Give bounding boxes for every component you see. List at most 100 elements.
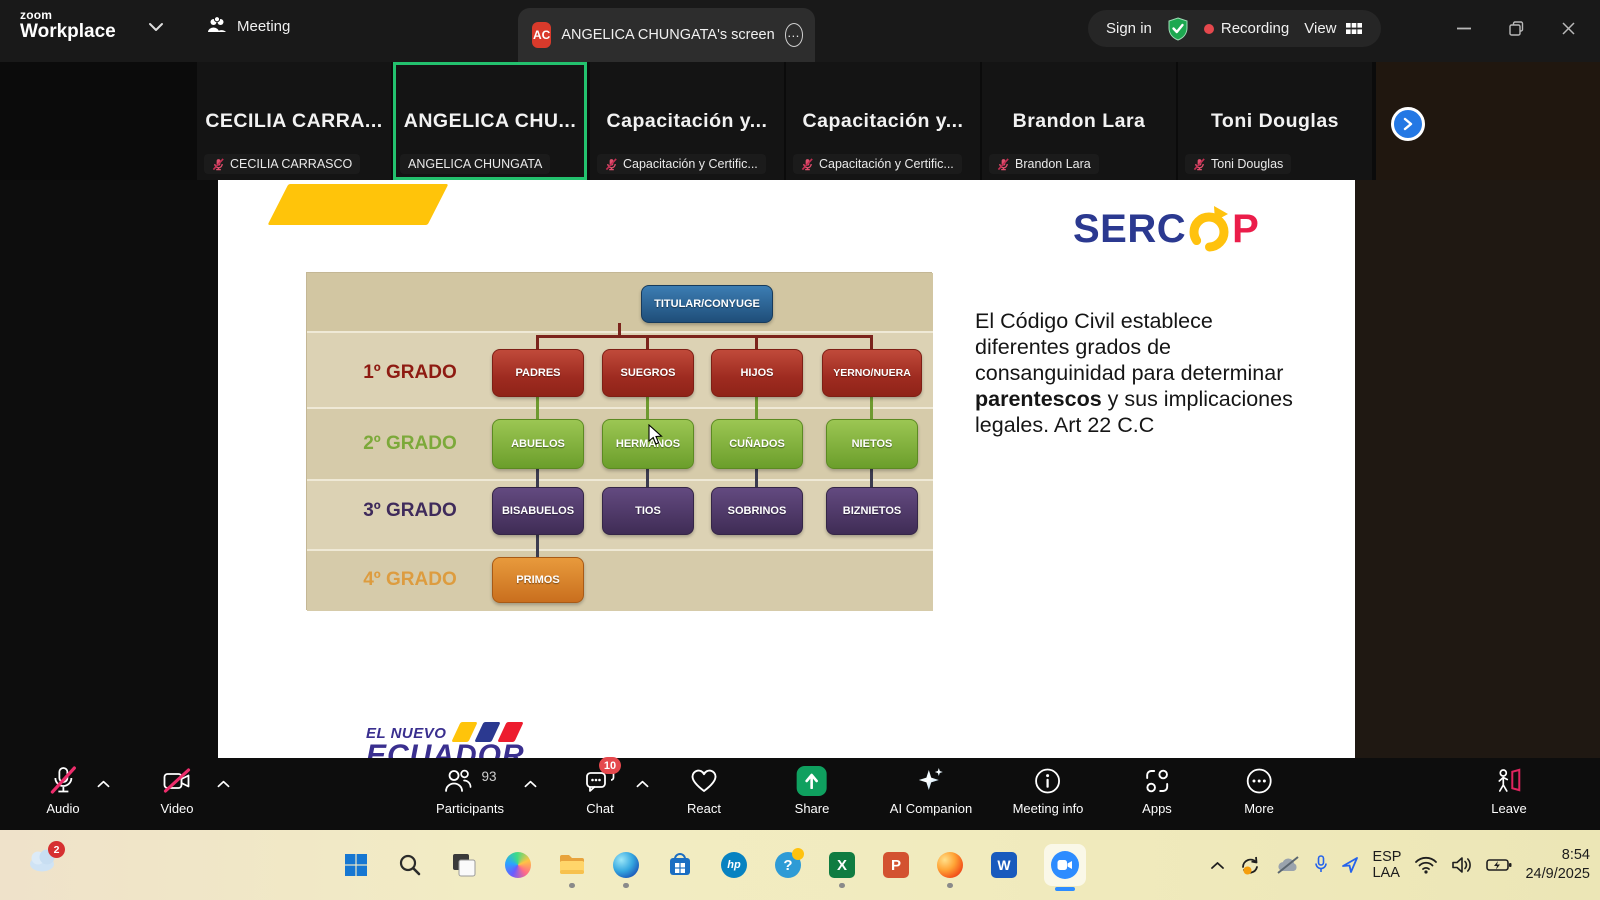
sercop-logo-text: SERC [1073,207,1186,252]
participant-filmstrip: CECILIA CARRA... CECILIA CARRASCO ANGELI… [0,62,1600,180]
ai-companion-button[interactable]: AI Companion [890,764,972,826]
video-tile[interactable]: CECILIA CARRA... CECILIA CARRASCO [197,62,391,180]
tab-meeting[interactable]: Meeting [206,16,290,36]
participants-options-chevron-icon[interactable] [524,780,537,788]
grade-label: 1º GRADO [335,362,485,384]
video-label: Video [160,801,193,816]
close-button[interactable] [1542,8,1594,48]
camera-muted-icon [161,767,193,795]
ai-companion-label: AI Companion [890,801,972,816]
update-sync-icon[interactable] [1238,854,1262,876]
chart-root-box: TITULAR/CONYUGE [641,285,773,323]
grade-label: 4º GRADO [335,569,485,591]
hp-icon[interactable]: hp [720,851,748,879]
shield-check-icon[interactable] [1167,17,1189,41]
video-button[interactable]: Video [160,764,193,826]
participant-name-badge-text: Toni Douglas [1211,157,1283,171]
apps-button[interactable]: Apps [1142,764,1172,826]
taskbar-weather-widget[interactable]: 2 [26,845,70,885]
onedrive-paused-icon[interactable] [1275,855,1301,875]
grade-label: 2º GRADO [335,433,485,455]
connector [870,469,873,487]
connector [536,535,539,557]
mic-muted-icon [212,158,225,171]
leave-label: Leave [1491,801,1526,816]
chart-box: BIZNIETOS [826,487,918,535]
file-explorer-icon[interactable] [558,851,586,879]
chat-button[interactable]: 10 Chat [585,764,615,826]
powerpoint-icon[interactable]: P [882,851,910,879]
next-participants-button[interactable] [1391,107,1425,141]
meeting-info-label: Meeting info [1013,801,1084,816]
tab-options-icon[interactable]: … [785,23,803,47]
share-button[interactable]: Share [795,764,830,826]
tab-shared-screen[interactable]: AC ANGELICA CHUNGATA's screen … [518,8,815,62]
chat-options-chevron-icon[interactable] [636,780,649,788]
stage-right-gutter [1355,180,1600,758]
consanguinity-org-chart: TITULAR/CONYUGE 1º GRADO 2º GRADO 3º GRA… [306,272,932,610]
minimize-button[interactable] [1438,8,1490,48]
language-line1: ESP [1372,849,1401,865]
avatar: AC [532,22,551,48]
video-tile[interactable]: Capacitación y... Capacitación y Certifi… [590,62,784,180]
view-button[interactable]: View [1304,20,1362,37]
video-tile[interactable]: Brandon Lara Brandon Lara [982,62,1176,180]
chart-box: SOBRINOS [711,487,803,535]
apps-icon [1143,767,1171,795]
tray-mic-icon[interactable] [1314,855,1328,875]
edge-browser-icon[interactable] [612,851,640,879]
mic-muted-icon [801,158,814,171]
zoom-app-icon[interactable] [1044,844,1086,886]
tray-chevron-up-icon[interactable] [1210,861,1225,870]
workspace-chevron-down-icon[interactable] [148,22,164,32]
chart-box: YERNO/NUERA [822,349,922,397]
participant-name-badge-text: Capacitación y Certific... [623,157,758,171]
word-icon[interactable]: W [990,851,1018,879]
help-icon[interactable]: ? [774,851,802,879]
firefox-icon[interactable] [936,851,964,879]
chart-box: NIETOS [826,419,918,469]
search-button[interactable] [396,851,424,879]
chart-box: BISABUELOS [492,487,584,535]
connector [536,335,873,338]
wifi-icon[interactable] [1414,856,1438,874]
microsoft-store-icon[interactable] [666,851,694,879]
video-tile[interactable]: Capacitación y... Capacitación y Certifi… [786,62,980,180]
start-button[interactable] [342,851,370,879]
react-button[interactable]: React [687,764,721,826]
restore-button[interactable] [1490,8,1542,48]
clock-time: 8:54 [1525,846,1590,865]
participants-label: Participants [436,801,504,816]
sign-in-button[interactable]: Sign in [1106,20,1152,37]
connector [646,335,649,350]
task-view-button[interactable] [450,851,478,879]
connector [755,335,758,350]
copilot-icon[interactable] [504,851,532,879]
participants-button[interactable]: 93 Participants [436,764,504,826]
more-button[interactable]: More [1244,764,1274,826]
chart-box: PADRES [492,349,584,397]
participant-name-badge: Capacitación y Certific... [597,154,766,174]
el-nuevo-ecuador-logo: EL NUEVO ECUADOR [366,722,586,758]
participant-name-badge-text: CECILIA CARRASCO [230,157,352,171]
audio-options-chevron-icon[interactable] [97,780,110,788]
video-tile-active-speaker[interactable]: ANGELICA CHU... ANGELICA CHUNGATA [393,62,587,180]
video-tile[interactable]: Toni Douglas Toni Douglas [1178,62,1372,180]
video-options-chevron-icon[interactable] [217,780,230,788]
meeting-info-button[interactable]: Meeting info [1013,764,1084,826]
system-tray: ESP LAA 8:54 24/9/2025 [1210,830,1590,900]
clock-date: 24/9/2025 [1525,865,1590,884]
excel-icon[interactable]: X [828,851,856,879]
participant-name-badge-text: Brandon Lara [1015,157,1091,171]
chart-box: SUEGROS [602,349,694,397]
chat-label: Chat [586,801,613,816]
audio-button[interactable]: Audio [46,764,79,826]
language-indicator[interactable]: ESP LAA [1372,849,1401,881]
volume-icon[interactable] [1451,856,1473,874]
logo-workplace-text: Workplace [20,21,116,43]
leave-button[interactable]: Leave [1491,764,1526,826]
taskbar-clock[interactable]: 8:54 24/9/2025 [1525,846,1590,884]
location-share-icon[interactable] [1341,856,1359,874]
battery-icon[interactable] [1486,858,1512,872]
apps-label: Apps [1142,801,1172,816]
